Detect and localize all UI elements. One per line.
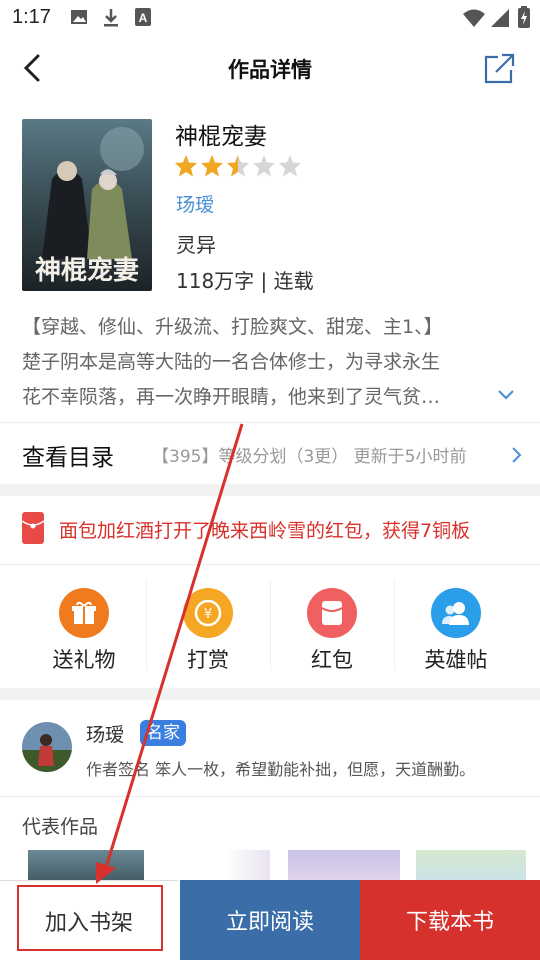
author-signature: 作者签名 笨人一枚，希望勤能补拙，但愿，天道酬勤。 [86,760,476,779]
expand-chevron-icon[interactable] [496,386,516,402]
share-icon[interactable] [482,52,516,86]
svg-text:¥: ¥ [204,607,212,622]
battery-icon [518,6,530,28]
avatar[interactable] [22,722,72,772]
book-title: 神棍宠妻 [175,124,267,150]
chevron-right-icon [512,447,522,463]
star-icon [279,155,301,177]
representative-works-title: 代表作品 [22,816,99,838]
book-meta: 118万字 | 连载 [176,269,314,293]
rating-stars [174,154,302,178]
catalog-row[interactable]: 查看目录 【395】等级分划（3更） 更新于5小时前 [0,432,540,478]
divider [0,796,540,797]
author-badge: 名家 [140,720,186,746]
work-cover[interactable] [28,850,144,882]
divider [0,564,540,565]
book-description[interactable]: 【穿越、修仙、升级流、打脸爽文、甜宠、主1、】 楚子阴本是高等大陆的一名合体修士… [22,310,522,415]
wifi-icon [463,9,485,27]
fans-icon [431,588,481,638]
gift-icon [59,588,109,638]
svg-text:A: A [139,11,148,25]
catalog-label: 查看目录 [22,445,114,471]
action-label: 打赏 [187,648,229,672]
red-envelope-message: 面包加红酒打开了晚来西岭雪的红包，获得7铜板 [59,520,471,542]
action-label: 送礼物 [52,648,116,672]
divider [0,422,540,423]
work-cover[interactable] [288,850,400,882]
section-gap [0,688,540,700]
star-icon [227,155,249,177]
red-packet-button[interactable]: 红包 [270,580,394,674]
red-envelope-icon [22,512,44,544]
signal-icon [491,9,509,27]
description-line: 花不幸陨落，再一次睁开眼睛，他来到了灵气贫… [22,386,441,408]
latest-chapter: 【395】等级分划（3更） 更新于5小时前 [152,447,467,467]
status-bar: 1:17 A [0,0,540,36]
representative-works-list [0,850,540,882]
status-time: 1:17 [12,6,51,28]
action-label: 英雄帖 [424,648,488,672]
book-cover[interactable]: 神棍宠妻 [22,119,152,291]
app-notification-icon: A [135,8,151,26]
hero-post-button[interactable]: 英雄帖 [394,580,518,674]
tip-button[interactable]: ¥ 打赏 [146,580,270,674]
author-name: 玚瑷 [86,724,125,746]
work-cover[interactable] [158,850,270,882]
download-book-button[interactable]: 下载本书 [360,880,540,960]
section-gap [0,484,540,496]
send-gift-button[interactable]: 送礼物 [22,580,146,674]
download-icon [104,9,118,27]
action-label: 红包 [311,648,353,672]
coin-icon: ¥ [183,588,233,638]
star-icon [201,155,223,177]
author-link[interactable]: 玚瑷 [176,190,214,217]
star-icon [253,155,275,177]
page-title: 作品详情 [228,58,312,82]
highlight-box [17,885,163,951]
work-cover[interactable] [416,850,526,882]
description-line: 【穿越、修仙、升级流、打脸爽文、甜宠、主1、】 [22,316,443,338]
image-icon [71,10,87,24]
read-now-button[interactable]: 立即阅读 [180,880,360,960]
book-genre: 灵异 [176,233,216,257]
description-line: 楚子阴本是高等大陆的一名合体修士，为寻求永生 [22,351,441,373]
star-icon [175,155,197,177]
red-packet-icon [307,588,357,638]
cover-title: 神棍宠妻 [35,255,139,286]
author-card[interactable]: 玚瑷 名家 作者签名 笨人一枚，希望勤能补拙，但愿，天道酬勤。 [22,718,522,779]
action-row: 送礼物 ¥ 打赏 红包 英雄帖 [0,580,540,680]
nav-bar: 作品详情 [0,36,540,100]
